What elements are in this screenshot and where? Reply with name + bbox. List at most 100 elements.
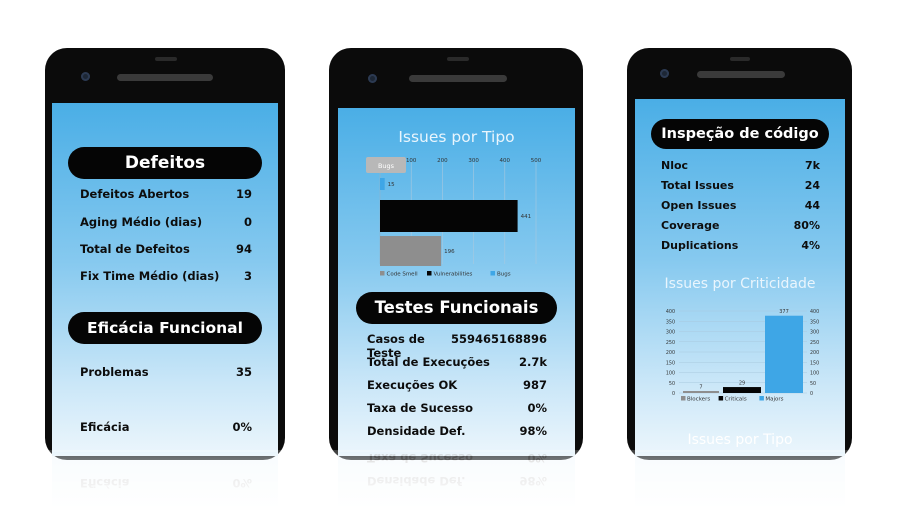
- metric-label: Total Issues: [661, 179, 734, 192]
- metric-row: Open Issues 44: [661, 199, 820, 212]
- metric-row: Nloc 7k: [661, 159, 820, 172]
- y-tick-label-right: 300: [810, 330, 819, 336]
- metric-value: 24: [804, 179, 820, 192]
- legend-swatch: [380, 271, 385, 276]
- x-tick-label: 400: [500, 158, 511, 164]
- phone-defeitos: Defeitos Defeitos Abertos 19 Aging Médio…: [45, 48, 285, 460]
- issues-tipo-title: Issues por Tipo: [398, 128, 515, 146]
- metric-value: 3: [243, 269, 252, 283]
- metric-value: 94: [235, 242, 252, 256]
- metric-value: 44: [804, 199, 820, 212]
- legend-label: Vulnerabilities: [434, 272, 473, 278]
- metric-row: Taxa de Sucesso 0%: [367, 401, 547, 415]
- data-label: 377: [779, 309, 789, 315]
- speaker-grille: [697, 71, 785, 78]
- metric-label: Densidade Def.: [367, 424, 466, 438]
- metric-label: Aging Médio (dias): [80, 215, 203, 229]
- phone-screen: Issues por Tipo 100 200 300 400 500 15 441 196…: [338, 108, 575, 456]
- metric-label: Problemas: [80, 365, 149, 379]
- phone-inspecao: Inspeção de código Nloc 7k Total Issues …: [627, 48, 852, 460]
- phone-sensor: [447, 57, 469, 61]
- y-tick-label: 0: [672, 391, 675, 397]
- metric-row: Total de Execuções 2.7k: [367, 355, 547, 369]
- criticidade-title: Issues por Criticidade: [664, 276, 816, 292]
- speaker-grille: [409, 75, 507, 82]
- metric-label: Total de Execuções: [367, 355, 490, 369]
- phone-sensor: [730, 57, 750, 61]
- camera-icon: [660, 69, 669, 78]
- metric-row: Total Issues 24: [661, 179, 820, 192]
- metric-label: Total de Defeitos: [80, 242, 190, 256]
- metric-row: Defeitos Abertos 19: [80, 187, 252, 201]
- data-label: 15: [388, 182, 395, 188]
- bar-majors[interactable]: [765, 315, 803, 393]
- issues-tipo-chart: 100 200 300 400 500 15 441 196 Bugs Code Smell…: [366, 157, 542, 278]
- legend-label: Bugs: [497, 272, 511, 278]
- legend-swatch: [759, 396, 764, 401]
- y-tick-label: 50: [669, 381, 675, 387]
- metric-label: Open Issues: [661, 199, 737, 212]
- metric-label: Taxa de Sucesso: [367, 401, 474, 415]
- phone-screen: Defeitos Defeitos Abertos 19 Aging Médio…: [52, 103, 278, 456]
- y-tick-label-right: 200: [810, 350, 819, 356]
- metric-value: 98%: [519, 424, 547, 438]
- y-tick-label: 100: [666, 371, 675, 377]
- speaker-grille: [117, 74, 213, 81]
- y-tick-label-right: 50: [810, 381, 816, 387]
- bar-vulnerabilities[interactable]: [380, 200, 518, 232]
- legend-label: Code Smell: [387, 272, 419, 278]
- metric-row: Duplications 4%: [661, 239, 820, 252]
- phone-sensor: [155, 57, 177, 61]
- metric-row: Eficácia 0%: [80, 420, 252, 434]
- bar-criticals[interactable]: [723, 387, 761, 393]
- eficacia-title: Eficácia Funcional: [68, 312, 262, 344]
- metric-row: Fix Time Médio (dias) 3: [80, 269, 252, 283]
- legend-swatch: [681, 396, 686, 401]
- legend-label: Majors: [765, 396, 783, 402]
- camera-icon: [368, 74, 377, 83]
- metric-label: Nloc: [661, 159, 689, 172]
- next-chart-title: Issues por Tipo: [687, 432, 793, 448]
- y-tick-label-right: 100: [810, 371, 819, 377]
- y-tick-label: 150: [666, 360, 675, 366]
- metric-value: 987: [522, 378, 547, 392]
- bar-bugs[interactable]: [380, 178, 385, 190]
- legend-swatch: [490, 271, 495, 276]
- y-tick-label: 300: [666, 330, 675, 336]
- metric-value: 80%: [793, 219, 820, 232]
- y-tick-label: 350: [666, 319, 675, 325]
- metric-row: Problemas 35: [80, 365, 252, 379]
- metric-row: Aging Médio (dias) 0: [80, 215, 252, 229]
- x-tick-label: 200: [437, 158, 448, 164]
- data-label: 29: [739, 381, 745, 387]
- x-tick-label: 500: [531, 158, 542, 164]
- testes-title: Testes Funcionais: [356, 292, 557, 324]
- metric-label: Fix Time Médio (dias): [80, 269, 220, 283]
- camera-icon: [81, 72, 90, 81]
- phone-testes: Issues por Tipo 100 200 300 400 500 15 441 196…: [329, 48, 583, 460]
- metric-row: Densidade Def. 98%: [367, 424, 547, 438]
- metric-value: 7k: [805, 159, 820, 172]
- data-label: 196: [444, 249, 455, 255]
- y-tick-label-right: 350: [810, 319, 819, 325]
- criticidade-chart: 400 400 350 350 300 300 250 250 200 200 150 150 100 1…: [666, 309, 819, 402]
- tooltip-label: Bugs: [378, 162, 395, 170]
- y-tick-label-right: 0: [810, 391, 813, 397]
- metric-value: 19: [235, 187, 252, 201]
- metric-value: 2.7k: [518, 355, 547, 369]
- metric-label: Duplications: [661, 239, 739, 252]
- x-tick-label: 100: [406, 158, 417, 164]
- legend-label: Criticals: [725, 396, 747, 402]
- metric-row: Coverage 80%: [661, 219, 820, 232]
- y-tick-label-right: 250: [810, 340, 819, 346]
- metric-label: Eficácia: [80, 420, 130, 434]
- inspecao-title: Inspeção de código: [651, 119, 829, 149]
- data-label: 441: [521, 214, 532, 220]
- phone-screen: Inspeção de código Nloc 7k Total Issues …: [635, 99, 845, 456]
- x-tick-label: 300: [468, 158, 479, 164]
- bar-blockers[interactable]: [683, 391, 719, 393]
- metric-value: 0%: [232, 420, 252, 434]
- metric-row: Total de Defeitos 94: [80, 242, 252, 256]
- y-tick-label: 200: [666, 350, 675, 356]
- bar-code-smell[interactable]: [380, 236, 442, 266]
